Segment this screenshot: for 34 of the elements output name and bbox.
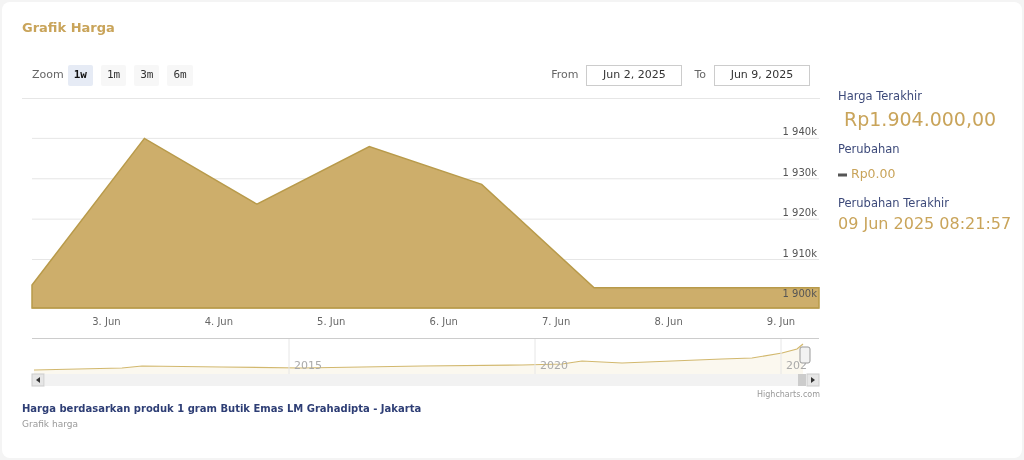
zoom-button[interactable]: 6m <box>167 65 193 86</box>
scroll-right-button[interactable] <box>806 373 820 386</box>
y-axis-label: 1 910k <box>782 247 817 259</box>
y-axis-label: 1 940k <box>782 125 817 137</box>
x-axis-label: 6. Jun <box>429 315 458 327</box>
to-label: To <box>694 67 706 84</box>
x-axis-label: 7. Jun <box>541 315 571 327</box>
x-axis-label: 9. Jun <box>766 315 796 327</box>
last-change-label: Perubahan Terakhir <box>838 194 951 212</box>
zoom-button[interactable]: 1w <box>67 65 93 86</box>
scrollbar-thumb[interactable] <box>798 373 806 386</box>
last-price-label: Harga Terakhir <box>838 87 923 105</box>
y-axis-label: 1 900k <box>782 287 817 299</box>
zoom-button[interactable]: 3m <box>134 65 160 86</box>
zoom-button[interactable]: 1m <box>100 65 127 86</box>
from-date-field[interactable]: Jun 2, 2025 <box>586 65 683 86</box>
chart-subcaption: Grafik harga <box>22 417 79 431</box>
x-axis-label: 3. Jun <box>92 315 121 327</box>
y-axis-label: 1 930k <box>782 166 817 178</box>
scroll-left-button[interactable] <box>31 373 45 386</box>
x-axis-label: 8. Jun <box>654 315 683 327</box>
navigator-handle[interactable] <box>799 346 811 363</box>
chart-caption: Harga berdasarkan produk 1 gram Butik Emas LM Grahadipta - Jakarta <box>22 401 423 416</box>
last-change-value: 09 Jun 2025 08:21:57 <box>838 212 1012 235</box>
chart-title: Grafik Harga <box>22 19 116 37</box>
change-value: Rp0.00 <box>851 165 896 184</box>
change-label: Perubahan <box>838 141 901 159</box>
zoom-label: Zoom <box>32 67 64 84</box>
from-label: From <box>551 67 579 84</box>
to-date-field[interactable]: Jun 9, 2025 <box>714 65 810 86</box>
x-axis-label: 4. Jun <box>204 315 234 327</box>
last-price-value: Rp1.904.000,00 <box>844 106 998 132</box>
y-axis-label: 1 920k <box>782 206 817 218</box>
x-axis-label: 5. Jun <box>317 315 346 327</box>
